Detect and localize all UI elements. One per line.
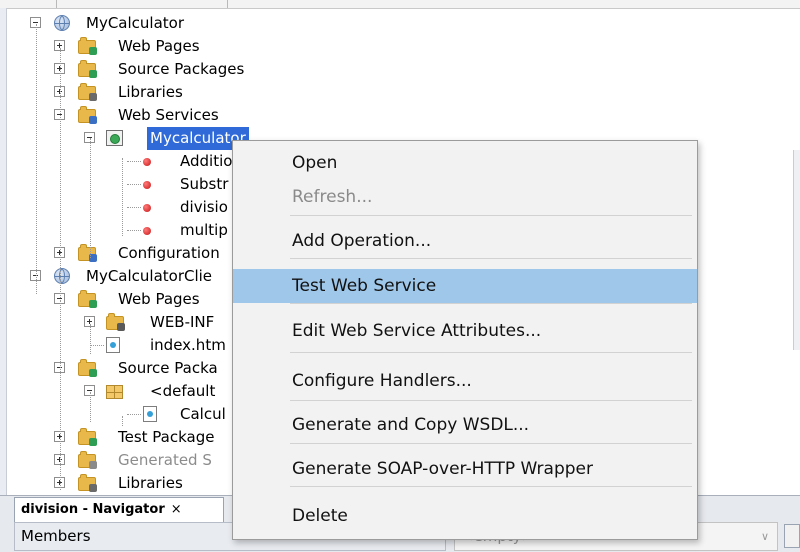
folder-icon	[78, 451, 97, 469]
tree-connector	[90, 345, 104, 346]
folder-icon	[78, 290, 97, 308]
tree-row[interactable]: Libraries	[0, 81, 800, 104]
menu-item-generate-and-copy-wsdl[interactable]: Generate and Copy WSDL...	[233, 408, 697, 442]
tree-guide-line	[90, 324, 91, 354]
menu-separator	[290, 352, 692, 353]
badge-icon	[117, 323, 125, 331]
folder-icon	[78, 37, 97, 55]
tree-row-label: <default	[150, 382, 216, 400]
web-service-icon	[106, 130, 123, 146]
menu-item-delete[interactable]: Delete	[233, 499, 697, 533]
tree-row[interactable]: MyCalculator	[0, 12, 800, 35]
chevron-down-icon: ∨	[760, 530, 769, 543]
tab-edge[interactable]	[57, 0, 228, 8]
badge-icon	[89, 93, 97, 101]
tab-edge[interactable]	[0, 0, 57, 8]
tree-connector	[127, 230, 141, 231]
folder-icon	[78, 474, 97, 492]
right-scroll-strip[interactable]	[793, 150, 800, 350]
tree-row-label: Web Pages	[118, 37, 200, 55]
badge-icon	[89, 461, 97, 469]
tree-guide-line	[36, 24, 37, 294]
folder-icon	[78, 60, 97, 78]
menu-item-test-web-service[interactable]: Test Web Service	[233, 269, 697, 303]
tree-row-label: Test Package	[118, 428, 215, 446]
tree-row[interactable]: Web Services	[0, 104, 800, 127]
menu-separator	[290, 443, 692, 444]
folder-icon	[78, 106, 97, 124]
tree-row-label: Web Services	[118, 106, 219, 124]
operation-icon	[143, 227, 151, 235]
tree-row-label: Calcul	[180, 405, 226, 423]
menu-item-refresh: Refresh...	[292, 187, 373, 207]
folder-icon	[78, 83, 97, 101]
folder-icon	[78, 359, 97, 377]
folder-icon	[106, 313, 125, 331]
badge-icon	[89, 484, 97, 492]
menu-item-edit-web-service-attributes[interactable]: Edit Web Service Attributes...	[233, 314, 697, 348]
tree-guide-line	[60, 48, 61, 298]
tree-row[interactable]: Web Pages	[0, 35, 800, 58]
tree-guide-line	[90, 392, 91, 422]
tree-guide-line	[122, 416, 123, 426]
filter-button[interactable]	[784, 524, 800, 548]
tree-row-label: Configuration	[118, 244, 220, 262]
tree-row-label: divisio	[180, 198, 228, 216]
tree-guide-line	[90, 138, 91, 258]
globe-icon	[54, 15, 70, 31]
operation-icon	[143, 204, 151, 212]
tree-row-label: MyCalculator	[86, 14, 184, 32]
menu-item-add-operation[interactable]: Add Operation...	[233, 224, 697, 258]
menu-separator	[290, 486, 692, 487]
tree-connector	[127, 414, 141, 415]
close-icon[interactable]: ×	[171, 502, 182, 517]
package-icon	[106, 385, 123, 399]
tree-row-label: Generated S	[118, 451, 212, 469]
badge-icon	[89, 438, 97, 446]
tree-row-label: Substr	[180, 175, 229, 193]
members-label: Members	[21, 527, 91, 545]
globe-icon	[54, 268, 70, 284]
tree-row-label: Source Packa	[118, 359, 218, 377]
tree-connector	[127, 184, 141, 185]
menu-item-configure-handlers[interactable]: Configure Handlers...	[233, 364, 697, 398]
badge-icon	[89, 300, 97, 308]
menu-separator	[290, 400, 692, 401]
tree-row-label: index.htm	[150, 336, 226, 354]
operation-icon	[143, 181, 151, 189]
menu-item-open[interactable]: Open	[233, 146, 697, 180]
menu-item-generate-soap-over-http-wrapper[interactable]: Generate SOAP-over-HTTP Wrapper	[233, 452, 697, 486]
tree-row-label: Libraries	[118, 83, 183, 101]
tree-row-label: Additio	[180, 152, 233, 170]
tree-connector	[127, 161, 141, 162]
folder-icon	[78, 428, 97, 446]
tree-row[interactable]: Source Packages	[0, 58, 800, 81]
badge-icon	[89, 116, 97, 124]
tree-row-label: Source Packages	[118, 60, 245, 78]
folder-icon	[78, 244, 97, 262]
navigator-tab[interactable]: division - Navigator ×	[14, 497, 224, 522]
java-file-icon	[143, 406, 157, 422]
tree-row-label: multip	[180, 221, 228, 239]
badge-icon	[89, 369, 97, 377]
menu-separator	[290, 303, 692, 304]
tree-row-label: Libraries	[118, 474, 183, 492]
navigator-tab-label: division - Navigator	[21, 502, 165, 517]
tree-guide-line	[122, 158, 123, 236]
tree-guide-line	[60, 300, 61, 490]
menu-separator	[290, 258, 692, 259]
badge-icon	[89, 47, 97, 55]
menu-separator	[290, 215, 692, 216]
context-menu: Open Refresh... Add Operation... Test Web S…	[232, 140, 698, 540]
tree-row-label: Web Pages	[118, 290, 200, 308]
operation-icon	[143, 158, 151, 166]
tree-row-label: MyCalculatorClie	[86, 267, 213, 285]
badge-icon	[89, 70, 97, 78]
tree-connector	[127, 207, 141, 208]
html-file-icon	[106, 337, 120, 353]
tree-row-label: WEB-INF	[150, 313, 215, 331]
